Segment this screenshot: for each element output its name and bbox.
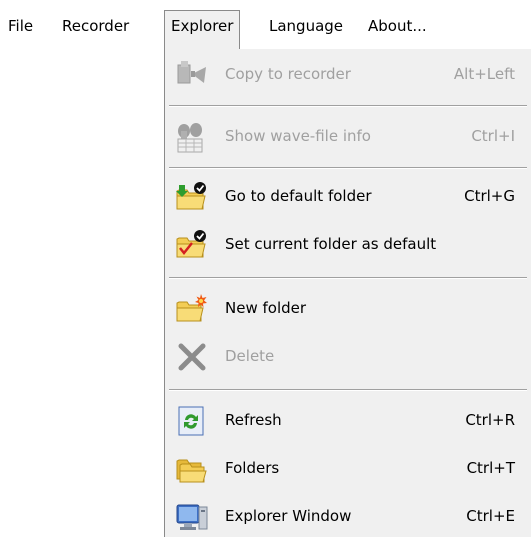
menu-item-shortcut: Alt+Left — [453, 65, 515, 83]
menu-item-set-current-folder-as-default[interactable]: Set current folder as default — [165, 223, 531, 267]
menu-file[interactable]: File — [8, 12, 33, 40]
delete-icon — [175, 341, 209, 373]
refresh-icon — [175, 405, 209, 437]
copy-to-recorder-icon — [175, 59, 209, 91]
menu-item-label: Set current folder as default — [225, 235, 437, 253]
menu-item-label: New folder — [225, 299, 307, 317]
menu-item-label: Refresh — [225, 411, 282, 429]
menu-item-show-wave-file-info[interactable]: Show wave-file info Ctrl+I — [165, 115, 531, 159]
menu-item-label: Go to default folder — [225, 187, 372, 205]
menu-item-label: Explorer Window — [225, 507, 352, 525]
menu-item-folders[interactable]: Folders Ctrl+T — [165, 447, 531, 491]
menu-item-new-folder[interactable]: New folder — [165, 287, 531, 331]
menu-item-shortcut: Ctrl+R — [465, 411, 515, 429]
folders-icon — [175, 453, 209, 485]
menu-separator — [169, 277, 527, 279]
menu-separator — [169, 167, 527, 169]
explorer-dropdown-menu: Copy to recorder Alt+Left Show wave-file… — [164, 49, 531, 537]
menu-item-shortcut: Ctrl+G — [464, 187, 515, 205]
menu-item-copy-to-recorder[interactable]: Copy to recorder Alt+Left — [165, 53, 531, 97]
menu-item-go-to-default-folder[interactable]: Go to default folder Ctrl+G — [165, 175, 531, 219]
menu-about[interactable]: About... — [368, 12, 427, 40]
menu-item-label: Show wave-file info — [225, 127, 371, 145]
menu-explorer[interactable]: Explorer — [164, 10, 241, 50]
menu-item-shortcut: Ctrl+I — [471, 127, 515, 145]
explorer-window-icon — [175, 501, 209, 533]
menu-item-refresh[interactable]: Refresh Ctrl+R — [165, 399, 531, 443]
menu-recorder[interactable]: Recorder — [62, 12, 129, 40]
menu-item-explorer-window[interactable]: Explorer Window Ctrl+E — [165, 495, 531, 539]
wave-info-icon — [175, 121, 209, 153]
default-folder-icon — [175, 181, 209, 213]
menu-item-shortcut: Ctrl+E — [466, 507, 515, 525]
menu-language[interactable]: Language — [269, 12, 343, 40]
menu-separator — [169, 389, 527, 391]
menu-item-delete[interactable]: Delete — [165, 335, 531, 379]
menu-bar: File Recorder Explorer Language About... — [0, 0, 531, 50]
menu-item-shortcut: Ctrl+T — [466, 459, 515, 477]
menu-separator — [169, 105, 527, 107]
menu-item-label: Copy to recorder — [225, 65, 351, 83]
set-default-folder-icon — [175, 229, 209, 261]
menu-item-label: Delete — [225, 347, 275, 365]
menu-item-label: Folders — [225, 459, 280, 477]
new-folder-icon — [175, 293, 209, 325]
